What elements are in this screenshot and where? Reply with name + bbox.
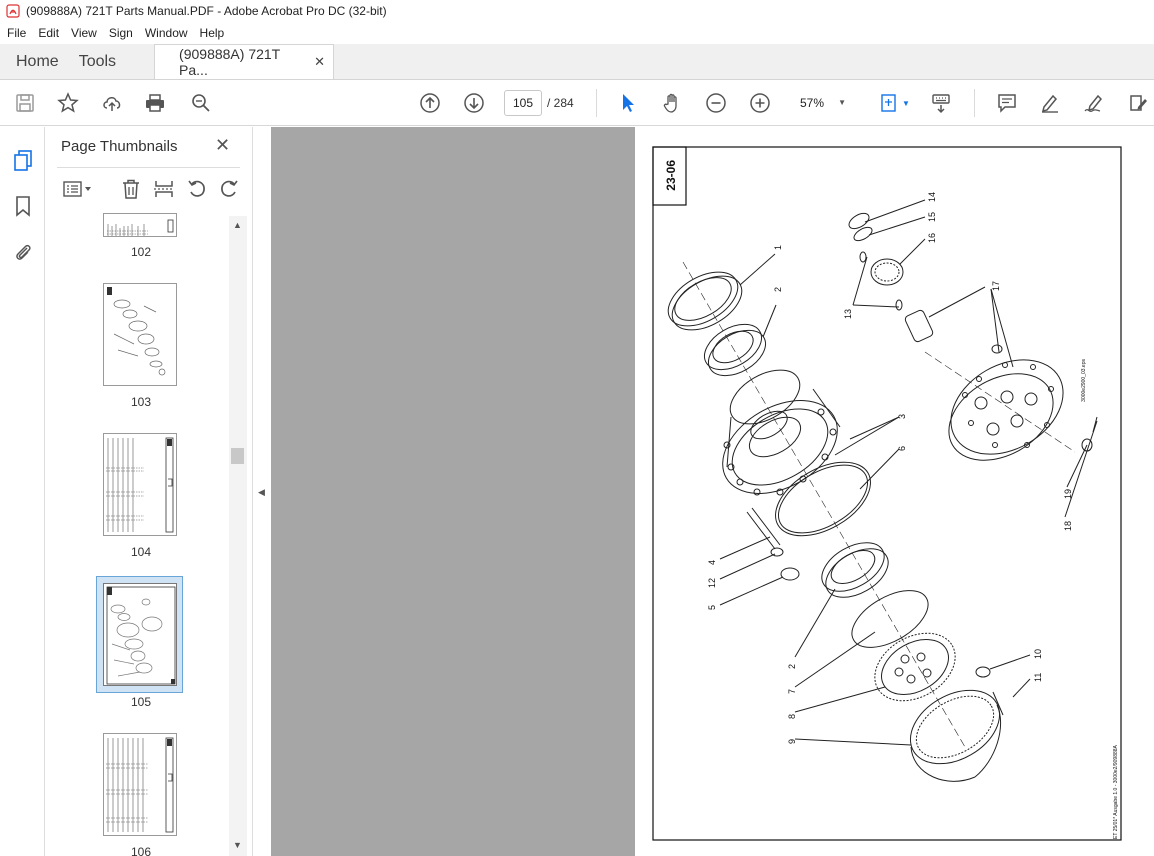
scroll-down-icon[interactable]: ▼ [233,840,242,850]
rotate-clockwise-icon[interactable] [217,177,241,201]
callout-15: 15 [927,212,937,222]
menu-sign[interactable]: Sign [102,26,138,40]
select-cursor-icon[interactable] [615,90,641,116]
thumbnail-label-103: 103 [131,395,152,409]
callout-17: 17 [991,281,1001,291]
zoom-search-icon[interactable] [188,90,214,116]
thumbnail-options-menu[interactable] [59,177,95,201]
sign-icon[interactable] [1081,90,1107,116]
menu-edit[interactable]: Edit [31,26,64,40]
drawing-file-code: 3000e2900_03.eps [1081,359,1087,402]
callout-7: 7 [787,689,797,694]
thumbnail-page-106[interactable] [103,733,177,836]
close-tab-icon[interactable]: ✕ [314,54,325,70]
close-panel-icon[interactable]: ✕ [215,135,230,156]
scrollbar-thumb[interactable] [231,448,244,464]
window-title: (909888A) 721T Parts Manual.PDF - Adobe … [26,4,387,18]
star-bookmark-icon[interactable] [55,90,81,116]
tab-document[interactable]: (909888A) 721T Pa... ✕ [154,44,335,79]
tab-document-label: (909888A) 721T Pa... [179,46,280,78]
bookmark-icon[interactable] [10,193,36,219]
page-number-input[interactable]: 105 [504,90,542,116]
menu-window[interactable]: Window [138,26,193,40]
callout-5: 5 [707,605,717,610]
print-icon[interactable] [142,90,168,116]
document-viewport[interactable]: 23-06 1 2 3 4 12 5 6 2 7 8 9 10 11 13 14… [271,127,1154,856]
thumbnail-label-106: 106 [131,845,152,856]
exploded-parts-diagram: 23-06 1 2 3 4 12 5 6 2 7 8 9 10 11 13 14… [652,146,1122,841]
highlight-pen-icon[interactable] [1037,90,1063,116]
keyboard-reading-icon[interactable] [928,90,954,116]
scroll-up-icon[interactable]: ▲ [233,220,242,230]
callout-1: 1 [773,245,783,250]
hand-tool-icon[interactable] [659,90,685,116]
zoom-level-value: 57% [800,96,825,110]
page-total: / 284 [547,96,574,110]
thumbnail-page-102[interactable] [103,213,177,237]
callout-18: 18 [1063,521,1073,531]
footer-code: ET 25/01* Ausgabe 1.0 - 3000e2/909888A [1113,744,1119,839]
delete-page-icon[interactable] [119,177,143,201]
callout-16: 16 [927,233,937,243]
menu-file[interactable]: File [0,26,31,40]
page-thumbnails-panel: Page Thumbnails ✕ 102 103 104 105 106 [45,127,252,856]
callout-8: 8 [787,714,797,719]
pdf-page: 23-06 1 2 3 4 12 5 6 2 7 8 9 10 11 13 14… [635,127,1154,856]
thumbnail-scrollbar[interactable]: ▲ ▼ [229,216,247,856]
page-thumbnails-icon[interactable] [10,147,36,173]
thumbnail-toolbar [57,175,242,203]
menu-help[interactable]: Help [193,26,230,40]
thumbnail-list: 102 103 104 105 106 [57,213,227,856]
callout-9: 9 [787,739,797,744]
callout-12: 12 [707,578,717,588]
attachment-icon[interactable] [10,239,36,265]
tab-tools[interactable]: Tools [75,44,132,79]
thumbnail-label-104: 104 [131,545,152,559]
comment-icon[interactable] [994,90,1020,116]
title-bar: (909888A) 721T Parts Manual.PDF - Adobe … [0,0,1154,22]
callout-10: 10 [1033,649,1043,659]
dropdown-caret-icon: ▼ [902,98,910,108]
menu-view[interactable]: View [64,26,102,40]
zoom-level-select[interactable]: 57% ▼ [782,90,854,116]
callout-2: 2 [773,287,783,292]
callout-13: 13 [843,309,853,319]
rotate-counterclockwise-icon[interactable] [185,177,209,201]
insert-page-icon[interactable] [152,177,176,201]
zoom-out-icon[interactable] [703,90,729,116]
callout-3: 3 [897,414,907,419]
left-navigation-rail [0,127,45,856]
panel-title: Page Thumbnails [61,138,178,155]
more-tools-icon[interactable] [1125,90,1151,116]
previous-page-icon[interactable] [417,90,443,116]
page-display-dropdown[interactable]: ▼ [874,90,914,116]
thumbnail-page-104[interactable] [103,433,177,536]
panel-splitter[interactable]: ◀ [252,127,271,856]
zoom-caret-icon: ▼ [838,98,846,107]
callout-2-lower: 2 [787,664,797,669]
zoom-in-icon[interactable] [747,90,773,116]
thumbnail-page-103[interactable] [103,283,177,386]
callout-4: 4 [707,560,717,565]
menu-bar: File Edit View Sign Window Help [0,22,1154,44]
section-number: 23-06 [664,160,678,191]
thumbnail-label-102: 102 [131,245,152,259]
save-icon[interactable] [12,90,38,116]
callout-6: 6 [897,446,907,451]
tab-home[interactable]: Home [0,44,75,79]
cloud-upload-icon[interactable] [99,90,125,116]
acrobat-app-icon [6,4,20,18]
callout-11: 11 [1033,673,1043,682]
collapse-panel-icon[interactable]: ◀ [258,487,265,498]
thumbnail-page-105[interactable] [103,583,177,686]
callout-14: 14 [927,192,937,202]
thumbnail-label-105: 105 [131,695,152,709]
tab-bar: Home Tools (909888A) 721T Pa... ✕ [0,44,1154,80]
main-toolbar: ▼ [0,80,1154,126]
callout-19: 19 [1063,489,1073,499]
next-page-icon[interactable] [461,90,487,116]
